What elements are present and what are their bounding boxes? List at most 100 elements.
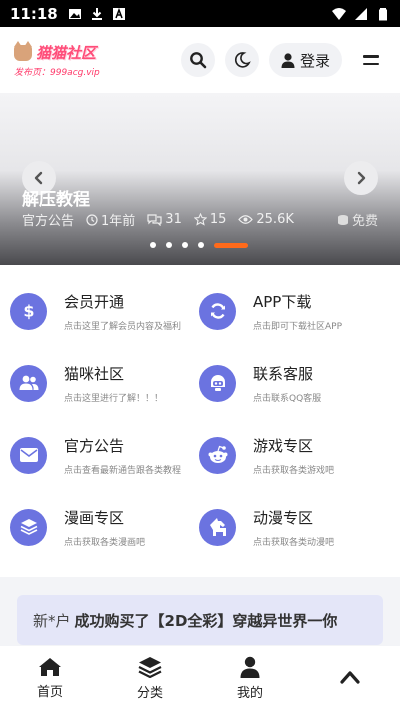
feature-desc: 点击获取各类动漫吧 [253,537,335,548]
eye-icon [238,215,254,224]
user-icon [240,656,260,678]
menu-button[interactable] [356,45,386,75]
moon-icon [234,52,251,68]
nav-label: 首页 [36,685,63,700]
nav-categories[interactable]: 分类 [100,646,200,711]
status-time: 11:18 [10,4,58,23]
feature-manga[interactable]: 漫画专区点击获取各类漫画吧 [10,497,200,557]
layers-icon [138,657,162,678]
banner-comments: 31 [147,212,182,227]
signal-icon [355,7,367,20]
search-icon [190,52,207,69]
dark-mode-button[interactable] [224,43,259,77]
banner-time: 1年前 [86,210,135,229]
users-icon [10,364,47,402]
a-icon [112,7,125,20]
feature-anime[interactable]: 动漫专区点击获取各类动漫吧 [199,497,389,557]
banner-meta: 官方公告 1年前 31 15 25.6K 免费 [22,210,378,229]
carousel-dot[interactable] [150,242,156,248]
wifi-icon [332,7,346,20]
horse-icon [199,508,236,546]
feature-desc: 点击即可下载社区APP [253,321,343,332]
nav-back-to-top[interactable] [300,646,400,711]
menu-icon-bar-top [363,55,379,58]
feature-title: 动漫专区 [253,508,314,527]
battery-icon [379,7,387,20]
feature-announcements[interactable]: 官方公告点击查看最新通告跟各类教程 [10,425,200,485]
logo-subtitle: 发布页：999acg.vip [14,68,100,78]
feature-title: 联系客服 [253,364,314,383]
time-ago-label: 1年前 [101,214,136,229]
status-bar: 11:18 [0,0,400,27]
feature-community[interactable]: 猫咪社区 点击这里进行了解！！！ [10,353,200,413]
banner-title[interactable]: 解压教程 [22,185,90,210]
download-icon [91,7,102,20]
carousel-dot[interactable] [182,242,188,248]
bottom-nav: 首页 分类 我的 [0,646,400,711]
carousel-dot[interactable] [214,242,248,248]
feature-title: 官方公告 [64,436,125,455]
app-header: 猫猫社区 发布页：999acg.vip 登录 [0,27,400,93]
nav-label: 我的 [236,686,263,701]
feature-desc: 点击这里了解会员内容及福利 [64,321,182,332]
banner-price: 免费 [337,210,378,229]
feature-title: APP下载 [253,292,312,311]
dollar-icon: $ [10,292,47,330]
purchase-notice[interactable]: 新*户 成功购买了【2D全彩】穿越异世界一你 [17,595,383,645]
star-icon [193,213,207,226]
carousel-dot[interactable] [166,242,172,248]
chevron-up-icon [340,670,360,684]
feature-vip[interactable]: $ 会员开通点击这里了解会员内容及福利 [10,281,200,341]
chevron-right-icon [357,171,366,185]
chevron-left-icon [34,171,43,185]
price-label: 免费 [351,214,378,229]
nav-profile[interactable]: 我的 [200,646,300,711]
feature-title: 会员开通 [64,292,125,311]
banner-views: 25.6K [238,212,294,227]
carousel-dots [150,242,248,248]
header-actions: 登录 [180,43,386,77]
home-icon [39,658,61,676]
feature-desc: 点击获取各类游戏吧 [253,465,335,476]
login-label: 登录 [299,51,330,70]
banner-category[interactable]: 官方公告 [22,210,74,229]
nav-label: 分类 [136,686,163,701]
notice-message: 成功购买了【2D全彩】穿越异世界一你 [74,611,338,630]
comments-icon [147,213,162,226]
feature-title: 漫画专区 [64,508,125,527]
svg-text:$: $ [23,302,34,320]
menu-icon-bar-bottom [363,62,379,65]
feature-games[interactable]: 游戏专区点击获取各类游戏吧 [199,425,389,485]
bot-icon [199,364,236,402]
status-icons-left [68,7,126,21]
site-logo[interactable]: 猫猫社区 发布页：999acg.vip [14,40,100,78]
login-button[interactable]: 登录 [268,43,342,77]
search-button[interactable] [180,43,215,77]
logo-row: 猫猫社区 [14,40,100,63]
carousel-dot[interactable] [198,242,204,248]
feature-desc: 点击联系QQ客服 [253,393,322,404]
likes-count: 15 [209,212,227,227]
banner-likes: 15 [193,212,227,227]
views-count: 25.6K [256,212,294,227]
reddit-icon [199,436,236,474]
feature-desc: 点击这里进行了解！！！ [64,393,164,404]
comments-count: 31 [165,212,182,227]
refresh-icon [199,292,236,330]
feature-grid: $ 会员开通点击这里了解会员内容及福利 APP下载点击即可下载社区APP 猫咪社… [0,265,400,577]
layers-icon [10,508,47,546]
coins-icon [337,214,348,225]
feature-title: 游戏专区 [253,436,314,455]
logo-title: 猫猫社区 [36,44,97,62]
banner-carousel[interactable]: 解压教程 官方公告 1年前 31 15 25.6K 免费 [0,93,400,265]
status-icons-right [332,7,390,21]
category-label: 官方公告 [22,214,75,229]
mail-icon [10,436,47,474]
feature-app-download[interactable]: APP下载点击即可下载社区APP [199,281,389,341]
feature-desc: 点击查看最新通告跟各类教程 [64,465,182,476]
feature-desc: 点击获取各类漫画吧 [64,537,146,548]
nav-home[interactable]: 首页 [0,646,100,711]
banner-next-button[interactable] [344,161,378,195]
feature-customer-service[interactable]: 联系客服点击联系QQ客服 [199,353,389,413]
cat-icon [14,40,32,61]
